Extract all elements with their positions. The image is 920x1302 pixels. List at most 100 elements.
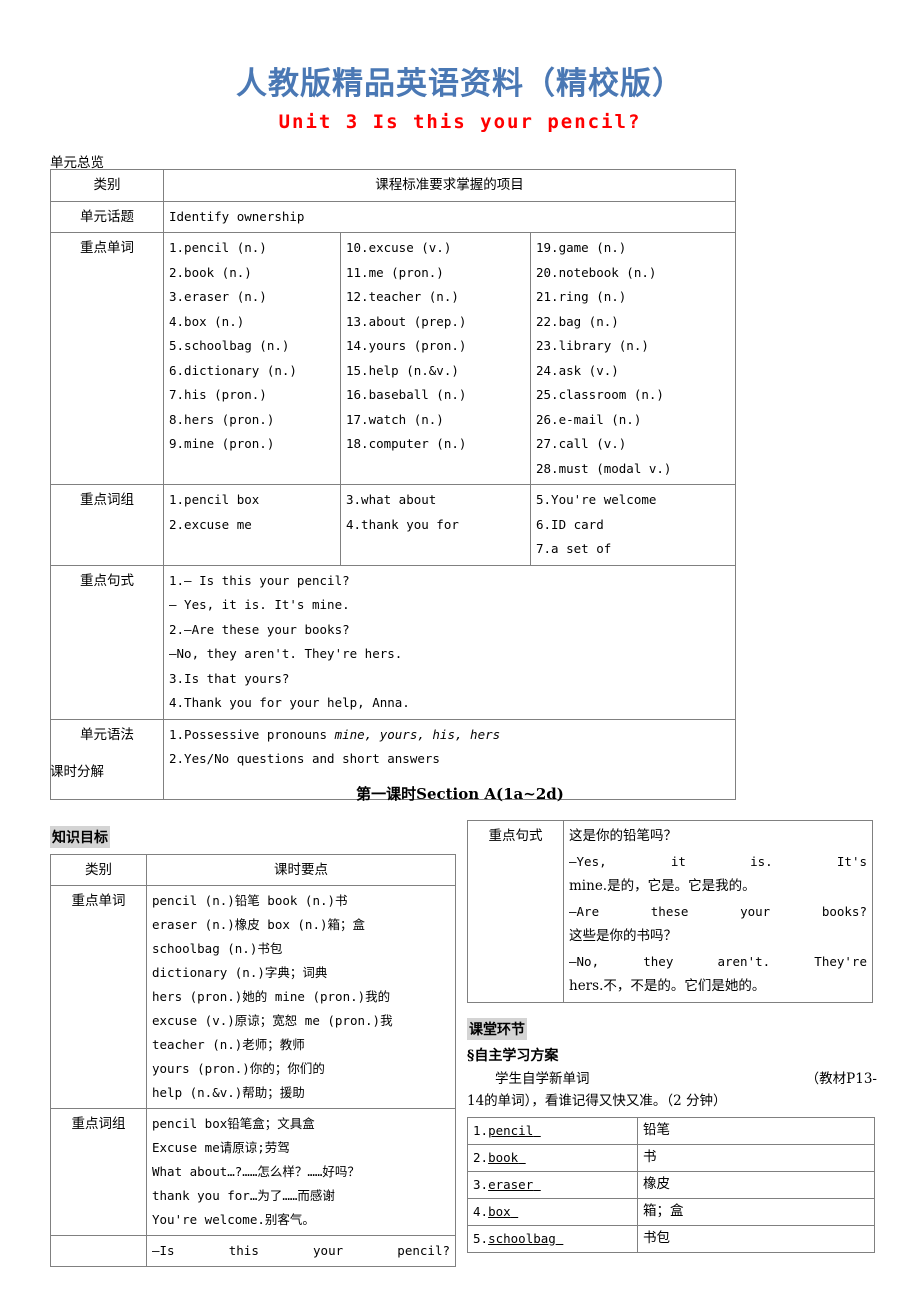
key-sentence-line: —Yes, it is. It's [569,854,867,869]
phrase-column-2: 3.what about 4.thank you for . [340,484,531,566]
vocab-item: 3.eraser (n.) [169,289,267,304]
vocab-item: 16.baseball (n.) [346,387,467,402]
vocab-item: 26.e-mail (n.) [536,411,642,427]
phrase-item: 4.thank you for [346,516,459,532]
grammar-item: 2.Yes/No questions and short answers [169,751,440,766]
phrase-item: 2.excuse me [169,516,252,532]
key-sentence-line: 这是你的铅笔吗？ [569,828,677,844]
overview-label: 单元总览 [50,155,104,171]
overview-vocab-label: 重点单词 [50,232,164,485]
vocab-item: 20.notebook (n.) [536,264,657,280]
vocab-column-2: 10.excuse (v.) 11.me (pron.) 12.teacher … [340,232,531,485]
word-meaning: 书包 [637,1225,875,1253]
vocab-item: 13.about (prep.) [346,313,467,329]
knowledge-last-label [50,1235,147,1267]
instruction-right: （教材P13- [805,1071,877,1087]
word-blank-cell[interactable]: 2.book [467,1144,638,1172]
knowledge-vocab-cell: pencil (n.)铅笔 book (n.)书 eraser (n.)橡皮 b… [146,885,456,1109]
table-row: 重点句式 1.— Is this your pencil? — Yes, it … [50,564,737,720]
vocab-item: 21.ring (n.) [536,289,627,304]
overview-header-items: 课程标准要求掌握的项目 [162,169,737,202]
word-blank[interactable]: book [488,1150,518,1165]
knowledge-phrase-line: Excuse me请原谅;劳驾 [152,1140,290,1155]
knowledge-table: 类别 课时要点 重点单词 pencil (n.)铅笔 book (n.)书 er… [50,854,456,1267]
right-column: 重点句式 这是你的铅笔吗？ —Yes, it is. It's mine.是的，… [467,820,873,1003]
vocab-item: 12.teacher (n.) [346,289,459,304]
sentence-item: 2.—Are these your books? [169,621,350,637]
site-title: 人教版精品英语资料（精校版） [236,66,684,102]
key-sentence-cell: 这是你的铅笔吗？ —Yes, it is. It's mine.是的，它是。它是… [563,820,873,1003]
knowledge-vocab-line: excuse (v.)原谅；宽恕 me (pron.)我 [152,1013,393,1028]
vocab-item: 15.help (n.&v.) [346,362,459,378]
knowledge-vocab-line: yours (pron.)你的；你们的 [152,1061,325,1076]
word-meaning: 铅笔 [637,1117,875,1145]
unit-overview-table: 类别 课程标准要求掌握的项目 单元话题 Identify ownership 重… [50,169,737,800]
knowledge-vocab-line: eraser (n.)橡皮 box (n.)箱；盒 [152,917,366,932]
instruction-left: 学生自学新单词 [495,1071,590,1087]
word-number: 5. [473,1231,489,1246]
table-row: 2.book 书 [467,1144,875,1172]
sentence-item: — Yes, it is. It's mine. [169,597,350,612]
vocab-item: 19.game (n.) [536,240,627,255]
word-number: 2. [473,1150,489,1165]
word-blank[interactable]: pencil [488,1123,533,1138]
sentence-item: —No, they aren't. They're hers. [169,646,403,661]
word-blank-cell[interactable]: 3.eraser [467,1171,638,1199]
table-row: —Is this your pencil? [50,1235,456,1267]
table-row: 3.eraser 橡皮 [467,1171,875,1199]
word-blank[interactable]: schoolbag [488,1231,556,1246]
vocab-item: 23.library (n.) [536,338,649,353]
key-sentence-line: hers.不，不是的。它们是她的。 [569,978,766,994]
knowledge-phrase-cell: pencil box铅笔盒；文具盒 Excuse me请原谅;劳驾 What a… [146,1108,456,1236]
overview-topic-label: 单元话题 [50,200,164,233]
word-blank-cell[interactable]: 1.pencil [467,1117,638,1145]
instruction-row: 学生自学新单词 （教材P13- [467,1068,877,1090]
knowledge-vocab-line: help (n.&v.)帮助；援助 [152,1085,305,1100]
overview-topic-value: Identify ownership [162,200,737,233]
instruction-line2: 14的单词），看谁记得又快又准。（2 分钟） [467,1093,727,1109]
vocab-item: 5.schoolbag (n.) [169,338,290,353]
self-study-heading: §自主学习方案 [467,1048,559,1064]
knowledge-phrase-line: What about…?……怎么样？……好吗？ [152,1164,360,1179]
key-sentence-line: —Are these your books? [569,904,867,919]
sentence-item: 3.Is that yours? [169,670,290,686]
word-blank[interactable]: box [488,1204,511,1219]
vocab-column-1: 1.pencil (n.) 2.book (n.) 3.eraser (n.) … [163,232,341,485]
vocab-item: 11.me (pron.) [346,264,444,280]
document-page: 人教版精品英语资料（精校版） Unit 3 Is this your penci… [0,0,920,1302]
knowledge-vocab-line: schoolbag (n.)书包 [152,941,283,956]
knowledge-vocab-line: pencil (n.)铅笔 book (n.)书 [152,893,348,908]
table-row: 重点句式 这是你的铅笔吗？ —Yes, it is. It's mine.是的，… [467,820,873,1003]
classroom-section: 课堂环节 §自主学习方案 学生自学新单词 （教材P13- 14的单词），看谁记得… [467,1018,877,1112]
knowledge-vocab-line: dictionary (n.)字典；词典 [152,965,328,980]
sentence-list: 1.— Is this your pencil? — Yes, it is. I… [162,564,737,720]
vocab-item: 27.call (v.) [536,436,627,451]
vocab-item: 24.ask (v.) [536,362,619,378]
word-meaning: 箱；盒 [637,1198,875,1226]
knowledge-vocab-line: hers (pron.)她的 mine (pron.)我的 [152,989,391,1004]
word-number: 3. [473,1177,489,1192]
vocab-item: 25.classroom (n.) [536,387,664,402]
word-blank-cell[interactable]: 5.schoolbag [467,1225,638,1253]
phrase-item: 5.You're welcome [536,492,657,507]
vocab-item: 6.dictionary (n.) [169,362,297,378]
overview-header-category: 类别 [50,169,164,202]
knowledge-header-category: 类别 [50,854,147,886]
knowledge-phrase-line: pencil box铅笔盒；文具盒 [152,1116,315,1131]
knowledge-last-line: —Is this your pencil? [146,1235,456,1267]
vocab-item: 7.his (pron.) [169,387,267,402]
phrase-item: 6.ID card [536,516,604,532]
word-blank-cell[interactable]: 4.box [467,1198,638,1226]
key-sentence-label: 重点句式 [467,820,564,1003]
grammar-item: 1.Possessive pronouns mine, yours, his, … [169,723,730,748]
self-study-instruction: 学生自学新单词 （教材P13- 14的单词），看谁记得又快又准。（2 分钟） [467,1068,877,1112]
vocab-item: 17.watch (n.) [346,411,444,427]
word-blank[interactable]: eraser [488,1177,533,1192]
table-row: 重点单词 pencil (n.)铅笔 book (n.)书 eraser (n.… [50,885,456,1109]
table-row: 重点单词 1.pencil (n.) 2.book (n.) 3.eraser … [50,232,737,485]
knowledge-phrase-line: You're welcome.别客气。 [152,1212,315,1227]
phrase-column-3: 5.You're welcome 6.ID card 7.a set of [529,484,737,566]
table-row: 1.pencil 铅笔 [467,1117,875,1145]
knowledge-header-points: 课时要点 [146,854,456,886]
vocab-item: 8.hers (pron.) [169,411,275,427]
